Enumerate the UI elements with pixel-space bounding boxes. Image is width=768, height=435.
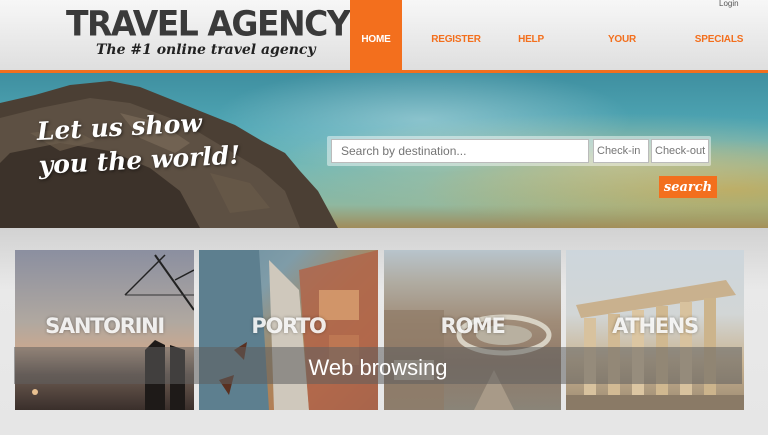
caption-text: Web browsing [308, 355, 448, 380]
search-button[interactable]: search [659, 176, 717, 198]
nav-home[interactable]: HOME [350, 0, 402, 70]
destination-name: ROME [440, 314, 505, 338]
logo-title[interactable]: TRAVEL AGENCY [66, 3, 351, 44]
header: TRAVEL AGENCY The #1 online travel agenc… [0, 0, 768, 125]
destination-search-input[interactable] [331, 139, 589, 163]
nav-register[interactable]: REGISTER [430, 0, 482, 70]
destination-name: SANTORINI [45, 314, 165, 338]
nav-help[interactable]: HELP [510, 0, 552, 70]
caption-overlay: Web browsing [14, 347, 742, 384]
destination-name: PORTO [251, 314, 326, 338]
logo-subtitle: The #1 online travel agency [96, 42, 316, 58]
hero-slogan: Let us show you the world! [36, 104, 241, 182]
checkout-input[interactable] [651, 139, 709, 163]
nav-specials[interactable]: SPECIALS [694, 0, 744, 70]
checkin-input[interactable] [593, 139, 649, 163]
destination-card-rome[interactable]: ROME [384, 250, 561, 410]
destination-name: ATHENS [612, 314, 699, 338]
nav-your-travel[interactable]: YOUR TRAVEL [590, 0, 654, 125]
destination-card-porto[interactable]: PORTO [199, 250, 378, 410]
destination-card-santorini[interactable]: SANTORINI [15, 250, 194, 410]
hero-banner: Let us show you the world! search [0, 73, 768, 228]
destination-card-athens[interactable]: ATHENS [566, 250, 744, 410]
